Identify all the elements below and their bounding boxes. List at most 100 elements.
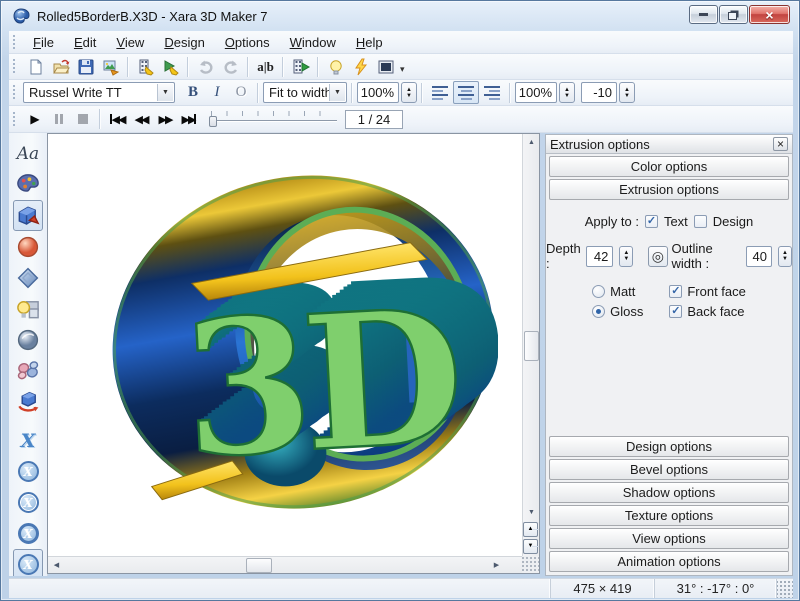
redo-button[interactable] xyxy=(218,55,243,78)
outline-width-field[interactable]: 40 xyxy=(746,246,772,267)
extrusion-tool[interactable] xyxy=(13,200,43,231)
slider-thumb[interactable] xyxy=(209,116,217,127)
style-preset-circle-2[interactable]: X xyxy=(13,487,43,518)
design-checkbox[interactable] xyxy=(694,215,707,228)
shadow-options-button[interactable]: Shadow options xyxy=(549,482,789,503)
tracking-spinner[interactable]: ▲▼ xyxy=(619,82,635,103)
gloss-option[interactable]: Gloss xyxy=(592,304,643,319)
menu-options[interactable]: Options xyxy=(215,32,280,53)
line-spacing-field[interactable]: 100% xyxy=(515,82,557,103)
line-spacing-spinner[interactable]: ▲▼ xyxy=(559,82,575,103)
export-animation-frames-button[interactable] xyxy=(158,55,183,78)
design-options-button[interactable]: Design options xyxy=(549,436,789,457)
text-editor-button[interactable]: a|b xyxy=(253,55,278,78)
previous-frame-button[interactable]: ◀◀ xyxy=(129,109,153,130)
close-button[interactable]: × xyxy=(749,5,790,24)
render-button[interactable] xyxy=(348,55,373,78)
resize-grip[interactable] xyxy=(776,579,793,598)
new-document-button[interactable] xyxy=(23,55,48,78)
extrusion-options-button[interactable]: Extrusion options xyxy=(549,179,789,200)
scroll-down-button[interactable]: ▼ xyxy=(523,504,540,521)
title-bar[interactable]: Rolled5BorderB.X3D - Xara 3D Maker 7 × xyxy=(1,1,799,31)
restore-button[interactable] xyxy=(719,5,748,24)
scroll-left-button[interactable]: ◀ xyxy=(48,557,65,574)
tracking-field[interactable]: -10 xyxy=(581,82,617,103)
view-tool[interactable] xyxy=(13,355,43,386)
minimize-button[interactable] xyxy=(689,5,718,24)
depth-spinner[interactable]: ▲▼ xyxy=(619,246,633,267)
outline-toggle-button[interactable]: ◎ xyxy=(648,246,667,267)
gloss-radio[interactable] xyxy=(592,305,605,318)
open-file-button[interactable] xyxy=(48,55,73,78)
style-preset-circle-1[interactable]: X xyxy=(13,456,43,487)
last-frame-button[interactable]: ▶▶ xyxy=(177,109,201,130)
align-right-button[interactable] xyxy=(479,81,505,104)
document-canvas[interactable]: 3D xyxy=(48,134,522,553)
next-frame-button[interactable]: ▶▶ xyxy=(153,109,177,130)
toolbar-options-button[interactable]: ▾ xyxy=(400,64,405,79)
italic-button[interactable]: I xyxy=(205,81,229,104)
document-object-3d[interactable]: 3D xyxy=(108,168,498,520)
bevel-tool[interactable] xyxy=(13,231,43,262)
menu-window[interactable]: Window xyxy=(280,32,346,53)
matt-option[interactable]: Matt xyxy=(592,284,643,299)
menu-design[interactable]: Design xyxy=(154,32,214,53)
scrollbar-corner-grip[interactable] xyxy=(522,556,539,573)
depth-field[interactable]: 42 xyxy=(586,246,613,267)
panel-close-button[interactable]: × xyxy=(773,137,788,151)
display-quality-button[interactable] xyxy=(373,55,398,78)
horizontal-scroll-thumb[interactable] xyxy=(246,558,272,573)
slider-track[interactable] xyxy=(209,120,337,121)
bevel-options-button[interactable]: Bevel options xyxy=(549,459,789,480)
back-face-checkbox[interactable]: ✓ xyxy=(669,305,682,318)
panel-header[interactable]: Extrusion options × xyxy=(546,135,792,154)
view-options-button[interactable]: View options xyxy=(549,528,789,549)
style-preset-plain[interactable]: X xyxy=(13,425,43,456)
animation-preview-button[interactable] xyxy=(288,55,313,78)
animation-tool[interactable] xyxy=(13,386,43,417)
color-options-button[interactable]: Color options xyxy=(549,156,789,177)
export-animation-button[interactable] xyxy=(133,55,158,78)
style-preset-circle-3[interactable]: X xyxy=(13,518,43,549)
play-button[interactable]: ▶ xyxy=(23,109,47,130)
menu-file[interactable]: File xyxy=(23,32,64,53)
first-frame-button[interactable]: ◀◀ xyxy=(105,109,129,130)
front-face-checkbox[interactable]: ✓ xyxy=(669,285,682,298)
toolbar-grip[interactable] xyxy=(12,84,17,101)
menu-edit[interactable]: Edit xyxy=(64,32,106,53)
text-checkbox[interactable]: ✓ xyxy=(645,215,658,228)
stop-button[interactable] xyxy=(71,109,95,130)
texture-options-button[interactable]: Texture options xyxy=(549,505,789,526)
next-page-button[interactable]: ▼ xyxy=(523,539,538,554)
vertical-scroll-thumb[interactable] xyxy=(524,331,539,361)
toolbar-grip[interactable] xyxy=(12,58,17,75)
lighting-button[interactable] xyxy=(323,55,348,78)
pause-button[interactable] xyxy=(47,109,71,130)
text-tool[interactable]: Aa xyxy=(13,138,43,169)
shadow-tool[interactable] xyxy=(13,262,43,293)
outline-text-button[interactable]: O xyxy=(229,81,253,104)
animation-options-button[interactable]: Animation options xyxy=(549,551,789,572)
align-center-button[interactable] xyxy=(453,81,479,104)
menu-view[interactable]: View xyxy=(106,32,154,53)
font-select[interactable]: Russel Write TT ▼ xyxy=(23,82,175,103)
toolbar-grip[interactable] xyxy=(12,111,17,128)
export-image-button[interactable] xyxy=(98,55,123,78)
scroll-up-button[interactable]: ▲ xyxy=(523,134,540,151)
front-face-option[interactable]: ✓Front face xyxy=(669,284,746,299)
style-preset-selected[interactable]: X xyxy=(13,549,43,576)
color-tool[interactable] xyxy=(13,169,43,200)
undo-button[interactable] xyxy=(193,55,218,78)
back-face-option[interactable]: ✓Back face xyxy=(669,304,746,319)
frame-slider[interactable] xyxy=(207,109,339,129)
menu-help[interactable]: Help xyxy=(346,32,393,53)
outline-width-spinner[interactable]: ▲▼ xyxy=(778,246,792,267)
previous-page-button[interactable]: ▲ xyxy=(523,522,538,537)
bold-button[interactable]: B xyxy=(181,81,205,104)
toolbar-grip[interactable] xyxy=(12,34,17,51)
matt-radio[interactable] xyxy=(592,285,605,298)
save-button[interactable] xyxy=(73,55,98,78)
texture-tool[interactable] xyxy=(13,293,43,324)
material-tool[interactable] xyxy=(13,324,43,355)
scroll-right-button[interactable]: ▶ xyxy=(488,557,505,574)
